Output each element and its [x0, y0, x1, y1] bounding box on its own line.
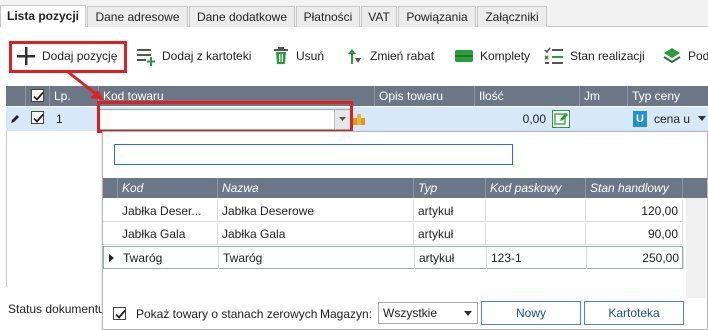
tab-powiazania[interactable]: Powiązania	[398, 6, 476, 27]
row-price-type[interactable]: cena u	[654, 112, 694, 126]
split-button[interactable]: Podz	[662, 45, 708, 67]
show-zero-stock-checkbox[interactable]	[113, 307, 126, 320]
highlight-product-code	[97, 101, 353, 133]
trash-icon	[274, 47, 288, 64]
pencil-icon	[11, 115, 19, 123]
product-dropdown: Kod Nazwa Typ Kod paskowy Stan handlowy …	[102, 131, 708, 330]
row-pointer-icon	[109, 254, 114, 262]
dd-column-kod[interactable]: Kod	[118, 178, 218, 198]
checkmark-icon	[115, 309, 126, 319]
chevron-down-icon	[464, 311, 472, 316]
row-checkbox[interactable]	[31, 111, 44, 124]
delete-label: Usuń	[296, 49, 325, 63]
edit-icon	[554, 113, 568, 125]
dd-cell-kod-paskowy: 123-1	[487, 247, 587, 269]
chevron-down-icon[interactable]	[698, 116, 706, 121]
dd-column-nazwa[interactable]: Nazwa	[218, 178, 414, 198]
tab-vat[interactable]: VAT	[361, 6, 397, 27]
dropdown-row[interactable]: Jabłka Gala Jabłka Gala artykuł 90,00	[103, 223, 683, 245]
add-from-catalog-button[interactable]: Dodaj z kartoteki	[136, 45, 251, 67]
price-type-icon: U	[633, 111, 647, 127]
product-search-input[interactable]	[114, 144, 513, 165]
fulfillment-status-label: Stan realizacji	[570, 49, 645, 63]
change-discount-button[interactable]: Zmień rabat	[346, 45, 434, 67]
fulfillment-status-button[interactable]: Stan realizacji	[544, 45, 645, 67]
tab-bar: Lista pozycji Dane adresowe Dane dodatko…	[0, 0, 708, 28]
dd-cell-nazwa: Twaróg	[219, 247, 415, 269]
checkmark-icon	[33, 113, 44, 123]
grid-header-edit	[6, 86, 26, 106]
dd-cell-kod-paskowy	[486, 223, 586, 245]
dd-cell-kod: Jabłka Gala	[118, 223, 218, 245]
tab-platnosci[interactable]: Płatności	[296, 6, 360, 27]
dd-cell-typ: artykuł	[414, 223, 486, 245]
dd-cell-kod-paskowy	[486, 200, 586, 222]
discount-arrows-icon	[348, 49, 361, 64]
grid-header-select-all[interactable]	[26, 86, 50, 106]
dd-cell-nazwa: Jabłka Deserowe	[218, 200, 414, 222]
dd-column-kod-paskowy[interactable]: Kod paskowy	[486, 178, 586, 198]
kits-icon	[455, 50, 473, 62]
show-zero-stock-label: Pokaż towary o stanach zerowych	[136, 307, 318, 321]
dd-cell-stan: 120,00	[586, 200, 683, 222]
add-from-catalog-label: Dodaj z kartoteki	[162, 49, 252, 63]
annotation-arrow-icon	[67, 70, 104, 100]
dropdown-row-selected[interactable]: Twaróg Twaróg artykuł 123-1 250,00	[103, 246, 684, 269]
dd-cell-kod: Jabłka Deser...	[118, 200, 218, 222]
column-ilosc[interactable]: Ilość	[475, 86, 580, 106]
dd-column-typ[interactable]: Typ	[414, 178, 486, 198]
dd-cell-typ: artykuł	[415, 247, 487, 269]
split-label: Podz	[688, 49, 708, 63]
dropdown-row[interactable]: Jabłka Deser... Jabłka Deserowe artykuł …	[103, 200, 683, 222]
checklist-icon	[544, 47, 563, 64]
dd-column-stan-handlowy[interactable]: Stan handlowy	[586, 178, 683, 198]
warehouse-value: Wszystkie	[383, 306, 437, 320]
dd-cell-stan: 250,00	[587, 247, 684, 269]
dropdown-header-indicator	[103, 178, 118, 198]
list-add-icon	[137, 49, 155, 66]
dd-cell-kod: Twaróg	[119, 247, 219, 269]
quantity-edit-button[interactable]	[552, 110, 570, 128]
tab-lista-pozycji[interactable]: Lista pozycji	[0, 5, 86, 28]
tab-dane-adresowe[interactable]: Dane adresowe	[87, 6, 188, 27]
dropdown-scrollbar[interactable]	[686, 198, 706, 298]
row-lp: 1	[56, 112, 63, 126]
change-discount-label: Zmień rabat	[370, 49, 435, 63]
dd-cell-nazwa: Jabłka Gala	[218, 223, 414, 245]
kits-label: Komplety	[480, 49, 531, 63]
column-opis-towaru[interactable]: Opis towaru	[375, 86, 475, 106]
layers-icon	[663, 48, 681, 64]
dd-cell-stan: 90,00	[586, 223, 683, 245]
catalog-icon[interactable]	[352, 112, 366, 126]
column-jm[interactable]: Jm	[580, 86, 628, 106]
checkmark-icon	[33, 91, 44, 101]
catalog-button[interactable]: Kartoteka	[584, 301, 684, 325]
tab-dane-dodatkowe[interactable]: Dane dodatkowe	[189, 6, 295, 27]
warehouse-select[interactable]: Wszystkie	[378, 302, 478, 324]
dropdown-footer: Pokaż towary o stanach zerowych Magazyn:…	[103, 298, 707, 330]
row-quantity[interactable]: 0,00	[506, 112, 546, 126]
delete-button[interactable]: Usuń	[272, 45, 324, 67]
kits-button[interactable]: Komplety	[454, 45, 530, 67]
dropdown-header: Kod Nazwa Typ Kod paskowy Stan handlowy	[103, 178, 707, 198]
tab-zalaczniki[interactable]: Załączniki	[477, 6, 547, 27]
status-label: Status dokumentu	[8, 302, 105, 316]
new-button[interactable]: Nowy	[481, 301, 581, 325]
warehouse-label: Magazyn:	[320, 307, 373, 321]
dd-cell-typ: artykuł	[414, 200, 486, 222]
column-typ-ceny[interactable]: Typ ceny	[628, 86, 708, 106]
select-all-checkbox[interactable]	[31, 89, 44, 102]
